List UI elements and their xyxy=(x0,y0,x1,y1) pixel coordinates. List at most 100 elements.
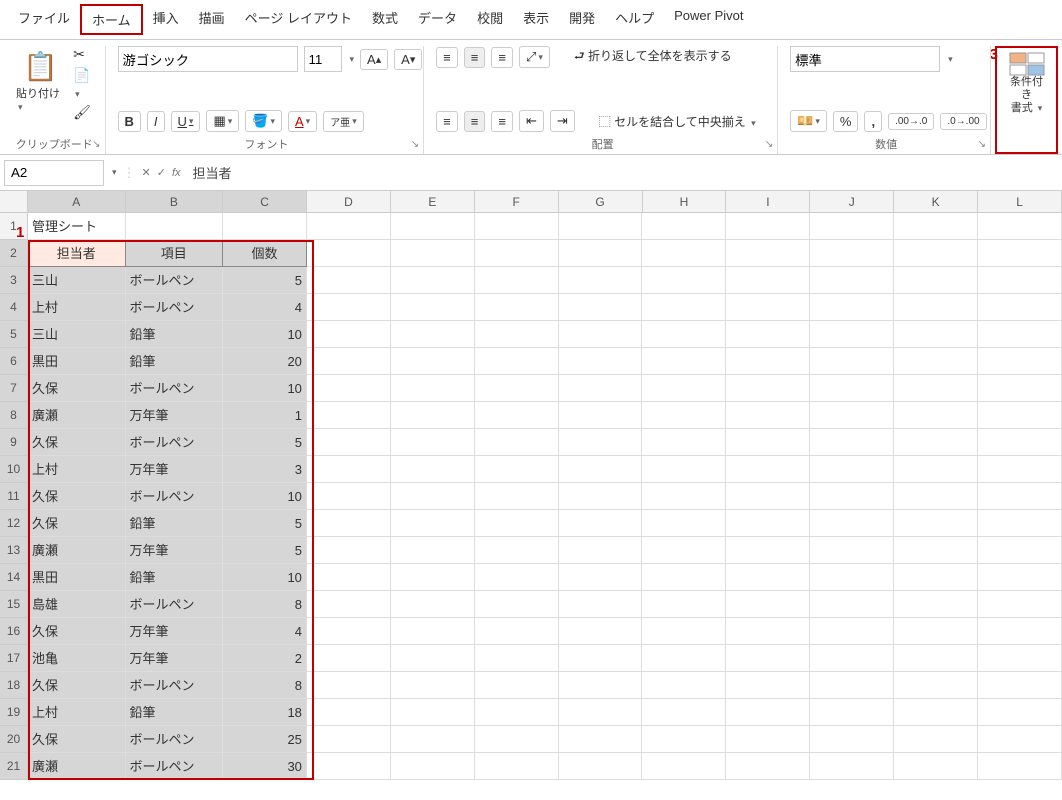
cell[interactable] xyxy=(559,294,643,321)
cell[interactable] xyxy=(978,645,1062,672)
cell[interactable] xyxy=(307,402,391,429)
font-color-button[interactable]: A▾ xyxy=(288,111,317,132)
cell[interactable] xyxy=(559,240,643,267)
cell[interactable] xyxy=(391,348,475,375)
cell-c-3[interactable]: 5 xyxy=(223,267,307,294)
cell[interactable] xyxy=(642,483,726,510)
cell[interactable] xyxy=(559,213,643,240)
cell[interactable] xyxy=(475,429,559,456)
cell[interactable] xyxy=(978,510,1062,537)
cell-a-14[interactable]: 黒田 xyxy=(28,564,126,591)
cell[interactable] xyxy=(307,672,391,699)
cell[interactable] xyxy=(726,267,810,294)
cell[interactable] xyxy=(391,510,475,537)
cell-c-21[interactable]: 30 xyxy=(223,753,307,780)
cell[interactable] xyxy=(391,375,475,402)
cell[interactable] xyxy=(307,348,391,375)
tab-powerpivot[interactable]: Power Pivot xyxy=(664,4,753,35)
cell[interactable] xyxy=(559,618,643,645)
cell-a-21[interactable]: 廣瀬 xyxy=(28,753,126,780)
cell[interactable] xyxy=(894,726,978,753)
cell-a-18[interactable]: 久保 xyxy=(28,672,126,699)
row-header-16[interactable]: 16 xyxy=(0,618,28,645)
cell[interactable] xyxy=(642,402,726,429)
cell[interactable] xyxy=(894,456,978,483)
cell[interactable] xyxy=(391,402,475,429)
cell-b-16[interactable]: 万年筆 xyxy=(126,618,224,645)
cell[interactable] xyxy=(726,240,810,267)
cell-a-6[interactable]: 黒田 xyxy=(28,348,126,375)
cell[interactable] xyxy=(391,456,475,483)
cell-grid[interactable]: 管理シート担当者項目個数三山ボールペン5上村ボールペン4三山鉛筆10黒田鉛筆20… xyxy=(28,213,1062,780)
cell[interactable] xyxy=(978,213,1062,240)
cell-title[interactable]: 管理シート xyxy=(28,213,126,240)
cell[interactable] xyxy=(307,456,391,483)
cell[interactable] xyxy=(307,321,391,348)
row-header-7[interactable]: 7 xyxy=(0,375,28,402)
cell-c-11[interactable]: 10 xyxy=(223,483,307,510)
cell-c-9[interactable]: 5 xyxy=(223,429,307,456)
cancel-formula-button[interactable]: ✕ xyxy=(142,166,151,179)
tab-home[interactable]: ホーム xyxy=(80,4,143,35)
cell[interactable] xyxy=(307,618,391,645)
cell-c-14[interactable]: 10 xyxy=(223,564,307,591)
column-header-D[interactable]: D xyxy=(307,191,391,213)
cell[interactable] xyxy=(391,591,475,618)
tab-draw[interactable]: 描画 xyxy=(189,4,235,35)
align-middle-button[interactable]: ≡ xyxy=(464,47,486,68)
align-bottom-button[interactable]: ≡ xyxy=(491,47,513,68)
cell[interactable] xyxy=(978,672,1062,699)
column-header-E[interactable]: E xyxy=(391,191,475,213)
cell[interactable] xyxy=(726,213,810,240)
cell-c-7[interactable]: 10 xyxy=(223,375,307,402)
cell[interactable] xyxy=(475,564,559,591)
row-header-15[interactable]: 15 xyxy=(0,591,28,618)
cell[interactable] xyxy=(810,564,894,591)
cell-c-5[interactable]: 10 xyxy=(223,321,307,348)
cell[interactable] xyxy=(810,699,894,726)
formula-bar[interactable]: 担当者 xyxy=(187,160,1058,186)
cell-a-15[interactable]: 島雄 xyxy=(28,591,126,618)
cell[interactable] xyxy=(978,402,1062,429)
underline-button[interactable]: U▾ xyxy=(171,111,201,132)
cell[interactable] xyxy=(726,321,810,348)
cell[interactable] xyxy=(810,321,894,348)
cell[interactable] xyxy=(978,294,1062,321)
cell[interactable] xyxy=(894,429,978,456)
cell[interactable] xyxy=(475,402,559,429)
cell-c-20[interactable]: 25 xyxy=(223,726,307,753)
align-left-button[interactable]: ≡ xyxy=(436,111,458,132)
cell[interactable] xyxy=(810,240,894,267)
cell[interactable] xyxy=(391,672,475,699)
cell[interactable] xyxy=(475,537,559,564)
cell[interactable] xyxy=(475,375,559,402)
cell-a-10[interactable]: 上村 xyxy=(28,456,126,483)
row-header-3[interactable]: 3 xyxy=(0,267,28,294)
cell[interactable] xyxy=(810,753,894,780)
cell-a-13[interactable]: 廣瀬 xyxy=(28,537,126,564)
cell[interactable] xyxy=(475,699,559,726)
cell[interactable] xyxy=(559,591,643,618)
select-all-corner[interactable] xyxy=(0,191,28,213)
cell-a-19[interactable]: 上村 xyxy=(28,699,126,726)
cell-a-12[interactable]: 久保 xyxy=(28,510,126,537)
tab-file[interactable]: ファイル xyxy=(8,4,80,35)
cell-a-11[interactable]: 久保 xyxy=(28,483,126,510)
cell-a-4[interactable]: 上村 xyxy=(28,294,126,321)
cell[interactable] xyxy=(307,240,391,267)
header-c[interactable]: 個数 xyxy=(223,240,307,267)
cell[interactable] xyxy=(810,348,894,375)
cell[interactable] xyxy=(475,753,559,780)
tab-page-layout[interactable]: ページ レイアウト xyxy=(235,4,362,35)
cell[interactable] xyxy=(894,537,978,564)
cell-a-9[interactable]: 久保 xyxy=(28,429,126,456)
cell[interactable] xyxy=(307,537,391,564)
cell-b-13[interactable]: 万年筆 xyxy=(126,537,224,564)
row-header-2[interactable]: 2 xyxy=(0,240,28,267)
cell[interactable] xyxy=(559,402,643,429)
cell[interactable] xyxy=(642,645,726,672)
cell[interactable] xyxy=(559,645,643,672)
cell[interactable] xyxy=(894,618,978,645)
tab-formulas[interactable]: 数式 xyxy=(362,4,408,35)
cell[interactable] xyxy=(726,537,810,564)
